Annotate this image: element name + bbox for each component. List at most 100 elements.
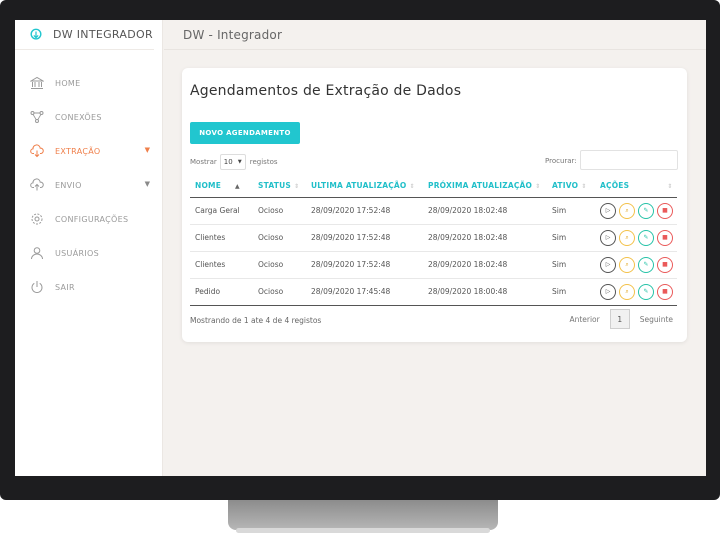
- cell-ultima: 28/09/2020 17:52:48: [306, 224, 423, 252]
- play-icon[interactable]: ▷: [600, 202, 616, 219]
- cell-actions: ▷ ⌕ ✎ ■: [595, 197, 677, 225]
- table-row: Pedido Ocioso 28/09/2020 17:45:48 28/09/…: [190, 278, 677, 306]
- edit-icon[interactable]: ✎: [638, 283, 654, 300]
- user-icon: [30, 246, 44, 260]
- column-header-ultima-atualizacao[interactable]: ULTIMA ATUALIZAÇÃO ⇕: [306, 175, 423, 198]
- cell-actions: ▷ ⌕ ✎ ■: [595, 251, 677, 279]
- cell-nome: Clientes: [190, 224, 253, 252]
- sidebar-item-extracao[interactable]: EXTRAÇÃO ▼: [15, 134, 162, 168]
- monitor-stand: [228, 500, 498, 530]
- edit-icon[interactable]: ✎: [638, 202, 654, 219]
- chevron-down-icon: ▼: [144, 146, 150, 154]
- cell-ativo: Sim: [547, 278, 595, 306]
- cloud-download-icon: [30, 144, 44, 158]
- cell-status: Ocioso: [253, 251, 306, 279]
- table-info: Mostrando de 1 ate 4 de 4 registos: [190, 316, 322, 325]
- sidebar-item-conexoes[interactable]: CONEXÕES: [15, 100, 162, 134]
- cell-ativo: Sim: [547, 224, 595, 252]
- play-icon[interactable]: ▷: [600, 283, 616, 300]
- table-header-row: NOME ▲ STATUS ⇕ ULTIMA ATUALIZAÇÃO ⇕ PRÓXIM…: [190, 175, 677, 198]
- sort-icon: ⇕: [293, 183, 300, 191]
- gear-icon: [30, 212, 44, 226]
- page-1-button[interactable]: 1: [609, 309, 630, 329]
- sidebar-item-usuarios[interactable]: USUÁRIOS: [15, 236, 162, 270]
- sidebar: DW INTEGRADOR HOME CONEXÕES EXTRAÇÃO ▼ E…: [15, 20, 163, 476]
- cell-nome: Pedido: [190, 278, 253, 306]
- search-icon[interactable]: ⌕: [619, 229, 635, 246]
- search-input[interactable]: [580, 150, 678, 170]
- sidebar-item-label: HOME: [55, 78, 81, 88]
- cell-proxima: 28/09/2020 18:00:48: [423, 278, 547, 306]
- edit-icon[interactable]: ✎: [638, 256, 654, 273]
- cell-actions: ▷ ⌕ ✎ ■: [595, 224, 677, 252]
- cell-ativo: Sim: [547, 197, 595, 225]
- column-header-ativo[interactable]: ATIVO ⇕: [547, 175, 595, 198]
- trash-icon[interactable]: ■: [657, 202, 673, 219]
- sidebar-item-configuracoes[interactable]: CONFIGURAÇÕES: [15, 202, 162, 236]
- sidebar-item-sair[interactable]: SAIR: [15, 270, 162, 304]
- edit-icon[interactable]: ✎: [638, 229, 654, 246]
- length-suffix: registos: [249, 158, 278, 166]
- prev-page-button[interactable]: Anterior: [569, 315, 599, 324]
- new-schedule-button[interactable]: NOVO AGENDAMENTO: [190, 122, 300, 144]
- power-icon: [30, 280, 44, 294]
- sidebar-item-label: ENVIO: [55, 180, 82, 190]
- brand[interactable]: DW INTEGRADOR: [15, 20, 154, 50]
- trash-icon[interactable]: ■: [657, 283, 673, 300]
- sort-icon: ⇕: [535, 183, 541, 191]
- chevron-down-icon: ▼: [144, 180, 150, 188]
- length-prefix: Mostrar: [190, 158, 217, 166]
- cell-status: Ocioso: [253, 197, 306, 225]
- cell-status: Ocioso: [253, 278, 306, 306]
- cell-status: Ocioso: [253, 224, 306, 252]
- page-length-control: Mostrar 10 ▼ registos: [190, 154, 278, 170]
- column-header-nome[interactable]: NOME ▲: [190, 175, 253, 198]
- table-row: Clientes Ocioso 28/09/2020 17:52:48 28/0…: [190, 224, 677, 252]
- search-icon[interactable]: ⌕: [619, 283, 635, 300]
- schedules-table: NOME ▲ STATUS ⇕ ULTIMA ATUALIZAÇÃO ⇕ PRÓXIM…: [190, 175, 677, 306]
- next-page-button[interactable]: Seguinte: [640, 315, 673, 324]
- search-icon[interactable]: ⌕: [619, 202, 635, 219]
- cell-proxima: 28/09/2020 18:02:48: [423, 224, 547, 252]
- cell-nome: Carga Geral: [190, 197, 253, 225]
- cell-actions: ▷ ⌕ ✎ ■: [595, 278, 677, 306]
- play-icon[interactable]: ▷: [600, 229, 616, 246]
- search-label: Procurar:: [545, 157, 577, 165]
- column-header-status[interactable]: STATUS ⇕: [253, 175, 306, 198]
- cell-ultima: 28/09/2020 17:45:48: [306, 278, 423, 306]
- play-icon[interactable]: ▷: [600, 256, 616, 273]
- table-row: Clientes Ocioso 28/09/2020 17:52:48 28/0…: [190, 251, 677, 279]
- network-icon: [30, 110, 44, 124]
- brand-name: DW INTEGRADOR: [53, 28, 153, 41]
- trash-icon[interactable]: ■: [657, 256, 673, 273]
- screen: DW INTEGRADOR HOME CONEXÕES EXTRAÇÃO ▼ E…: [15, 20, 706, 476]
- chevron-down-icon: ▼: [237, 159, 242, 165]
- cell-proxima: 28/09/2020 18:02:48: [423, 251, 547, 279]
- sidebar-item-label: CONFIGURAÇÕES: [55, 214, 129, 224]
- search-icon[interactable]: ⌕: [619, 256, 635, 273]
- cell-nome: Clientes: [190, 251, 253, 279]
- sidebar-item-label: USUÁRIOS: [55, 248, 99, 258]
- sidebar-item-label: SAIR: [55, 282, 75, 292]
- sort-icon: ⇕: [409, 183, 415, 191]
- cell-proxima: 28/09/2020 18:02:48: [423, 197, 547, 225]
- pagination: Anterior 1 Seguinte: [569, 309, 673, 329]
- trash-icon[interactable]: ■: [657, 229, 673, 246]
- bank-icon: [30, 76, 44, 90]
- top-bar: DW - Integrador: [164, 20, 706, 50]
- sidebar-item-label: CONEXÕES: [55, 112, 102, 122]
- logo-icon: [30, 28, 42, 40]
- page-title: Agendamentos de Extração de Dados: [190, 83, 462, 99]
- column-header-acoes[interactable]: AÇÕES ⇕: [595, 175, 677, 198]
- page-length-select[interactable]: 10 ▼: [219, 154, 246, 170]
- sidebar-item-envio[interactable]: ENVIO ▼: [15, 168, 162, 202]
- schedules-card: Agendamentos de Extração de Dados NOVO A…: [182, 68, 687, 342]
- sidebar-nav: HOME CONEXÕES EXTRAÇÃO ▼ ENVIO ▼ CONFIGU…: [15, 50, 162, 304]
- sidebar-item-label: EXTRAÇÃO: [55, 146, 101, 156]
- table-row: Carga Geral Ocioso 28/09/2020 17:52:48 2…: [190, 197, 677, 225]
- sidebar-item-home[interactable]: HOME: [15, 66, 162, 100]
- sort-icon: ⇕: [581, 183, 587, 191]
- column-header-proxima-atualizacao[interactable]: PRÓXIMA ATUALIZAÇÃO ⇕: [423, 175, 547, 198]
- cell-ultima: 28/09/2020 17:52:48: [306, 197, 423, 225]
- topbar-title: DW - Integrador: [183, 27, 283, 42]
